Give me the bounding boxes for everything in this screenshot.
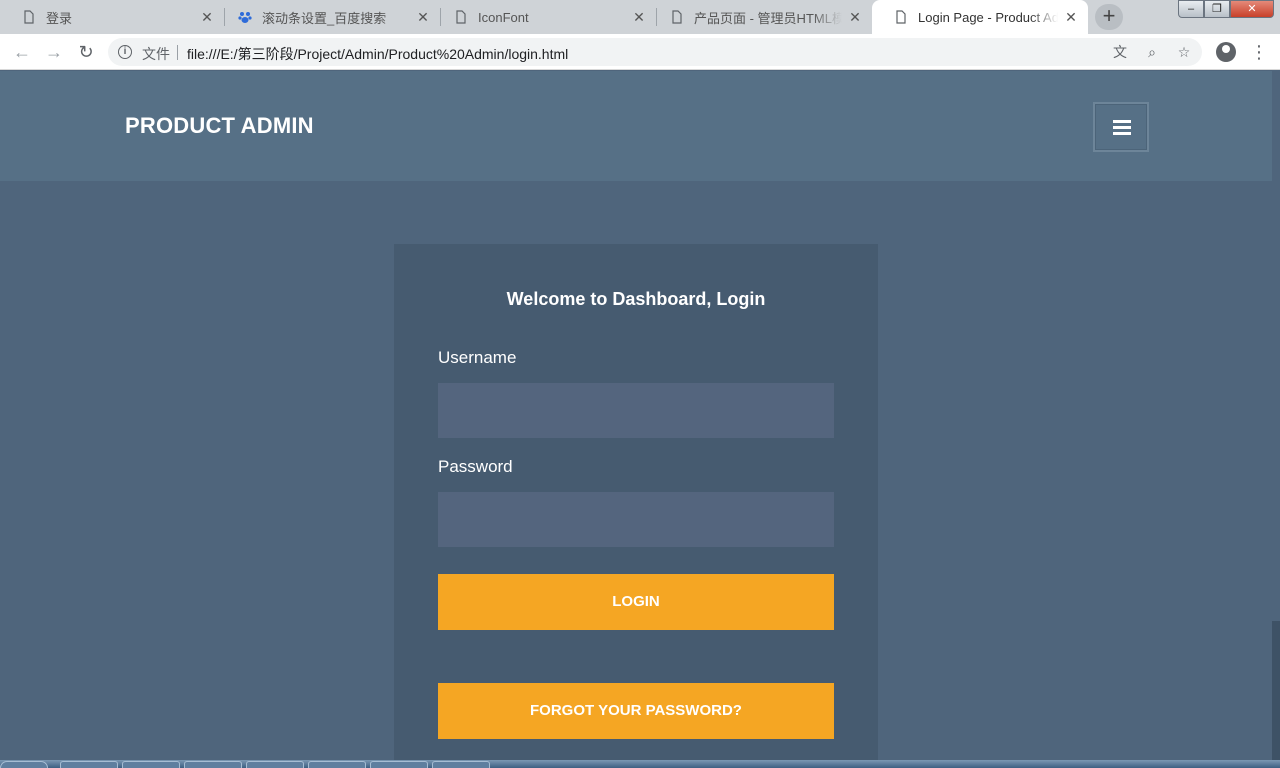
- profile-avatar-icon[interactable]: [1216, 42, 1236, 62]
- close-icon[interactable]: ✕: [200, 10, 214, 24]
- login-button[interactable]: LOGIN: [438, 574, 834, 630]
- tab-title: 登录: [46, 10, 73, 26]
- forgot-password-button[interactable]: FORGOT YOUR PASSWORD?: [438, 683, 834, 739]
- taskbar-item[interactable]: [246, 761, 304, 768]
- hamburger-icon: [1113, 120, 1131, 123]
- back-arrow-icon[interactable]: ←: [12, 42, 32, 62]
- close-icon[interactable]: ✕: [848, 10, 862, 24]
- forward-arrow-icon[interactable]: →: [44, 42, 64, 62]
- omnibox-divider: [177, 45, 178, 60]
- menu-kebab-icon[interactable]: ⋮: [1250, 42, 1268, 62]
- browser-tab[interactable]: 产品页面 - 管理员HTML模板 ✕: [648, 0, 872, 34]
- close-icon[interactable]: ✕: [1064, 10, 1078, 24]
- password-label: Password: [438, 457, 513, 476]
- hamburger-icon: [1113, 132, 1131, 135]
- tab-title: Login Page - Product Admin: [918, 9, 1058, 25]
- taskbar-item[interactable]: [308, 761, 366, 768]
- tab-title: IconFont: [478, 9, 529, 25]
- tab-title: 滚动条设置_百度搜索: [262, 10, 387, 26]
- browser-toolbar: ← → ↻ i 文件 file:///E:/第三阶段/Project/Admin…: [0, 34, 1280, 70]
- browser-tab[interactable]: 滚动条设置_百度搜索 ✕: [216, 0, 440, 34]
- info-icon[interactable]: i: [118, 45, 132, 59]
- window-close-icon[interactable]: ✕: [1230, 0, 1274, 18]
- translate-icon[interactable]: 文: [1112, 44, 1128, 60]
- browser-tab[interactable]: IconFont ✕: [432, 0, 656, 34]
- login-card: Welcome to Dashboard, Login Username Pas…: [394, 244, 878, 768]
- address-bar[interactable]: i 文件 file:///E:/第三阶段/Project/Admin/Produ…: [108, 38, 1202, 66]
- username-label: Username: [438, 348, 517, 367]
- brand-title[interactable]: PRODUCT ADMIN: [125, 113, 314, 139]
- baidu-paw-icon: [238, 10, 252, 24]
- minimize-icon[interactable]: ‒: [1178, 0, 1204, 18]
- scheme-label: 文件: [142, 46, 170, 62]
- reload-icon[interactable]: ↻: [76, 42, 96, 62]
- username-input[interactable]: [438, 383, 834, 438]
- taskbar-item[interactable]: [60, 761, 118, 768]
- page-icon: [454, 10, 468, 24]
- new-tab-button[interactable]: +: [1095, 4, 1123, 30]
- taskbar-item[interactable]: [184, 761, 242, 768]
- hamburger-icon: [1113, 126, 1131, 129]
- restore-icon[interactable]: ❐: [1204, 0, 1230, 18]
- page-icon: [670, 10, 684, 24]
- taskbar-item[interactable]: [122, 761, 180, 768]
- window-controls: ‒ ❐ ✕: [1178, 0, 1274, 18]
- browser-tab-strip: 登录 ✕ 滚动条设置_百度搜索 ✕ IconFont ✕ 产品页面 - 管理员H…: [0, 0, 1280, 34]
- zoom-icon[interactable]: ⌕: [1144, 44, 1160, 60]
- url-text[interactable]: file:///E:/第三阶段/Project/Admin/Product%20…: [187, 44, 568, 64]
- os-taskbar: [0, 760, 1280, 768]
- close-icon[interactable]: ✕: [416, 10, 430, 24]
- site-header: PRODUCT ADMIN: [0, 71, 1272, 181]
- login-title: Welcome to Dashboard, Login: [506, 289, 766, 309]
- tab-title: 产品页面 - 管理员HTML模板: [694, 10, 842, 26]
- scrollbar-thumb[interactable]: [1272, 621, 1280, 768]
- page-icon: [894, 10, 908, 24]
- start-button[interactable]: [0, 761, 48, 768]
- taskbar-item[interactable]: [432, 761, 490, 768]
- browser-tab-active[interactable]: Login Page - Product Admin ✕: [872, 0, 1088, 34]
- page-scrollbar[interactable]: [1272, 71, 1280, 768]
- menu-toggle-button[interactable]: [1093, 102, 1149, 152]
- close-icon[interactable]: ✕: [632, 10, 646, 24]
- browser-tab[interactable]: 登录 ✕: [0, 0, 224, 34]
- password-input[interactable]: [438, 492, 834, 547]
- bookmark-star-icon[interactable]: ☆: [1176, 44, 1192, 60]
- page-icon: [22, 10, 36, 24]
- taskbar-item[interactable]: [370, 761, 428, 768]
